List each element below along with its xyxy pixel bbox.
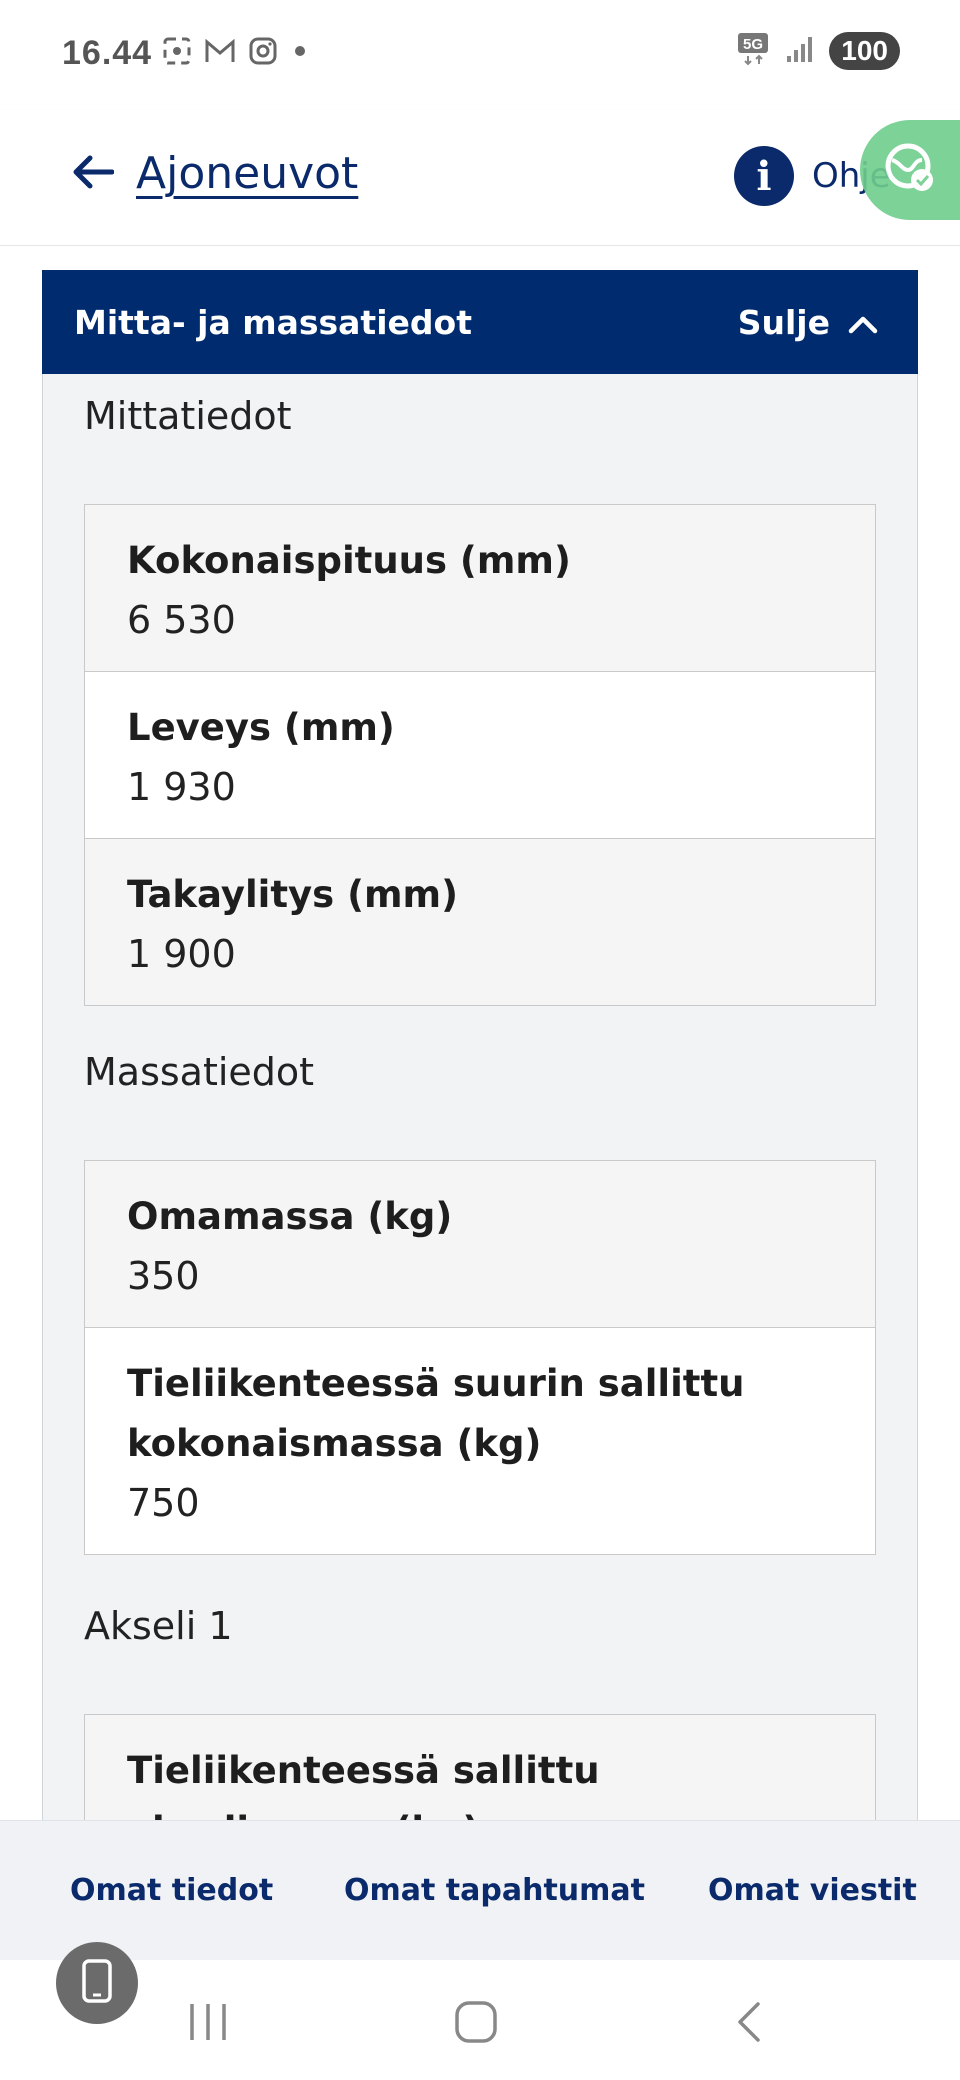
floating-vpn-badge[interactable] — [860, 120, 960, 220]
list-item: Tieliikenteessä suurin sallittu kokonais… — [85, 1328, 875, 1554]
notification-icons — [162, 36, 310, 66]
section-title-mittatiedot: Mittatiedot — [84, 394, 292, 438]
notification-dot-icon — [290, 41, 310, 61]
globe-check-icon — [882, 140, 938, 200]
info-icon: i — [734, 146, 794, 206]
instagram-icon — [248, 36, 278, 66]
nav-omat-tapahtumat[interactable]: Omat tapahtumat — [344, 1873, 645, 1908]
mass-list: Omamassa (kg) 350 Tieliikenteessä suurin… — [84, 1160, 876, 1555]
item-value: 750 — [127, 1481, 200, 1525]
bottom-navigation: Omat tiedot Omat tapahtumat Omat viestit — [0, 1820, 960, 1960]
status-time: 16.44 — [62, 34, 153, 72]
recent-apps-icon[interactable] — [186, 2000, 230, 2048]
item-label: Takaylitys (mm) — [127, 873, 458, 916]
list-item: Leveys (mm) 1 930 — [85, 672, 875, 839]
status-bar: 16.44 5G 100 — [0, 0, 960, 110]
details-panel — [42, 270, 918, 1820]
floating-phone-button[interactable] — [56, 1942, 138, 2024]
back-link-label[interactable]: Ajoneuvot — [136, 148, 358, 199]
panel-header[interactable]: Mitta- ja massatiedot Sulje — [42, 270, 918, 374]
list-item: Kokonaispituus (mm) 6 530 — [85, 505, 875, 672]
section-title-massatiedot: Massatiedot — [84, 1050, 315, 1094]
collapse-label: Sulje — [737, 302, 830, 342]
item-value: 6 530 — [127, 598, 236, 642]
item-label: Tieliikenteessä sallittu akselimassa (kg… — [127, 1749, 600, 1820]
back-icon[interactable] — [728, 2000, 772, 2048]
nav-omat-viestit[interactable]: Omat viestit — [708, 1873, 917, 1908]
main-content: Mitta- ja massatiedot Sulje Mittatiedot … — [0, 246, 960, 1820]
battery-icon: 100 — [829, 32, 900, 70]
gmail-icon — [204, 38, 236, 64]
measurements-list: Kokonaispituus (mm) 6 530 Leveys (mm) 1 … — [84, 504, 876, 1006]
5g-icon: 5G — [737, 32, 771, 70]
list-item: Takaylitys (mm) 1 900 — [85, 839, 875, 1005]
nav-omat-tiedot[interactable]: Omat tiedot — [70, 1873, 273, 1908]
system-status-icons: 5G 100 — [737, 32, 900, 70]
item-label: Leveys (mm) — [127, 706, 395, 749]
signal-icon — [785, 34, 815, 68]
panel-title: Mitta- ja massatiedot — [74, 302, 472, 342]
chevron-up-icon — [848, 303, 878, 342]
item-label: Omamassa (kg) — [127, 1195, 453, 1238]
collapse-button[interactable]: Sulje — [738, 303, 878, 342]
back-link[interactable]: Ajoneuvot — [70, 148, 358, 199]
item-label: Tieliikenteessä suurin sallittu kokonais… — [127, 1362, 745, 1465]
list-item: Tieliikenteessä sallittu akselimassa (kg… — [85, 1715, 875, 1820]
item-value: 1 930 — [127, 765, 236, 809]
axle-list: Tieliikenteessä sallittu akselimassa (kg… — [84, 1714, 876, 1820]
list-item: Omamassa (kg) 350 — [85, 1161, 875, 1328]
screenshot-icon — [162, 36, 192, 66]
svg-text:5G: 5G — [743, 36, 763, 53]
phone-icon — [80, 1959, 114, 2007]
app-header: Ajoneuvot i Ohje — [0, 110, 960, 246]
arrow-left-icon — [70, 154, 115, 194]
section-title-akseli-1: Akseli 1 — [84, 1604, 233, 1648]
system-navigation-bar — [0, 1960, 960, 2080]
item-label: Kokonaispituus (mm) — [127, 539, 571, 582]
item-value: 350 — [127, 1254, 200, 1298]
home-icon[interactable] — [454, 2000, 498, 2048]
item-value: 1 900 — [127, 932, 236, 976]
